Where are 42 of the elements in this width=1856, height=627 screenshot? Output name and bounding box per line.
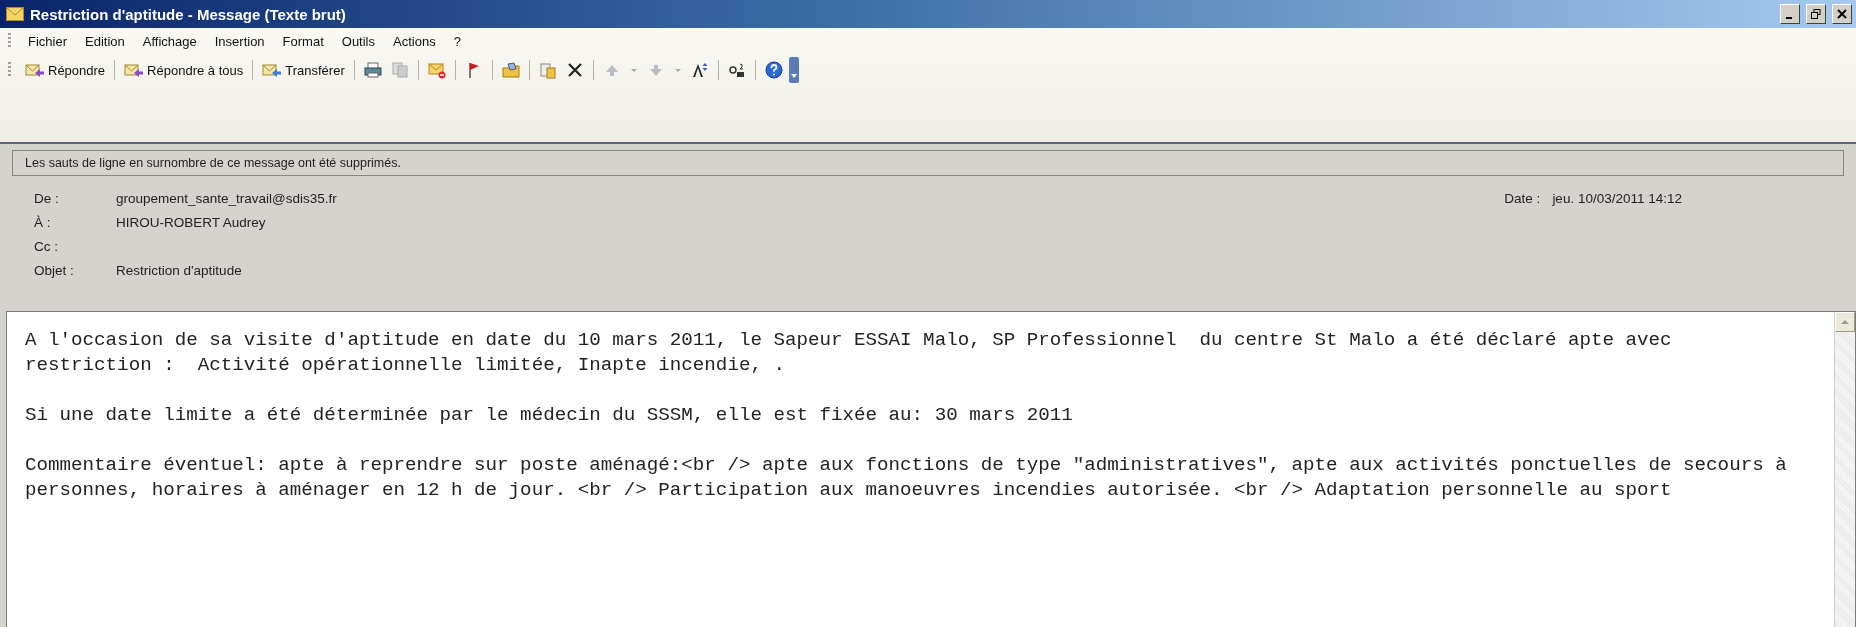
field-value: groupement_sante_travail@sdis35.fr (116, 190, 338, 206)
minimize-button[interactable] (1780, 4, 1800, 24)
message-text-line: restriction : Activité opérationnelle limitée, Inapte incendie, . (25, 353, 786, 378)
field-label: À : (34, 214, 52, 230)
restore-icon (1811, 9, 1821, 19)
restore-button[interactable] (1806, 4, 1826, 24)
menu-item[interactable]: Format (273, 30, 333, 52)
date-value: jeu. 10/03/2011 14:12 (1552, 190, 1682, 206)
menu-item[interactable]: Outils (332, 30, 384, 52)
forward-icon (262, 61, 283, 79)
reply-all-icon (124, 61, 145, 79)
window-title: Restriction d'aptitude - Message (Texte brut) (30, 5, 347, 23)
message-text-line: Commentaire éventuel: apte à reprendre sur poste aménagé:<br /> apte aux fonctions de type "administratives", apte aux activités ponctuelles de secours à (25, 453, 1788, 478)
field-label: De : (34, 190, 60, 206)
message-text-line: personnes, horaires à aménager en 12 h de jour. <br /> Participation aux manoeuvres incendies autorisée. <br /> Adaptation personnelle au sport (25, 478, 1673, 503)
toolbar-options-button[interactable] (788, 57, 799, 83)
toolbar-button[interactable]: Transférer (259, 59, 348, 81)
menu-item[interactable]: Affichage (133, 30, 206, 52)
message-text-line: A l'occasion de sa visite d'aptitude en date du 10 mars 2011, le Sapeur ESSAI Malo, SP Professionnel du centre St Malo a été déclaré apte avec (25, 328, 1673, 353)
menu-item[interactable]: Actions (384, 30, 445, 52)
field-value: Restriction d'aptitude (116, 262, 243, 278)
info-bar: Les sauts de ligne en surnombre de ce message ont été supprimés. (12, 150, 1844, 176)
message-text-line: Si une date limite a été déterminée par le médecin du SSSM, elle est fixée au: 30 mars 2011 (25, 403, 1074, 428)
menu-item[interactable]: Fichier (19, 30, 76, 52)
minimize-icon (1786, 17, 1792, 19)
date-label: Date : (1504, 190, 1541, 206)
up-arrow-icon (1841, 319, 1849, 325)
envelope-icon (6, 7, 24, 21)
close-button[interactable] (1832, 4, 1852, 24)
scrollbar[interactable] (1834, 312, 1855, 627)
menu-item[interactable]: ? (444, 30, 470, 52)
scroll-up-button[interactable] (1835, 312, 1855, 332)
caret-icon (790, 74, 797, 80)
close-icon (1837, 9, 1847, 19)
menu-item[interactable]: Edition (76, 30, 134, 52)
field-label: Cc : (34, 238, 59, 254)
field-value: HIROU-ROBERT Audrey (116, 214, 267, 230)
toolbar-button[interactable]: Répondre à tous (121, 59, 247, 81)
toolbar-button[interactable]: Répondre (22, 59, 109, 81)
field-label: Objet : (34, 262, 75, 278)
reply-icon (25, 61, 45, 79)
menu-item[interactable]: Insertion (205, 30, 274, 52)
